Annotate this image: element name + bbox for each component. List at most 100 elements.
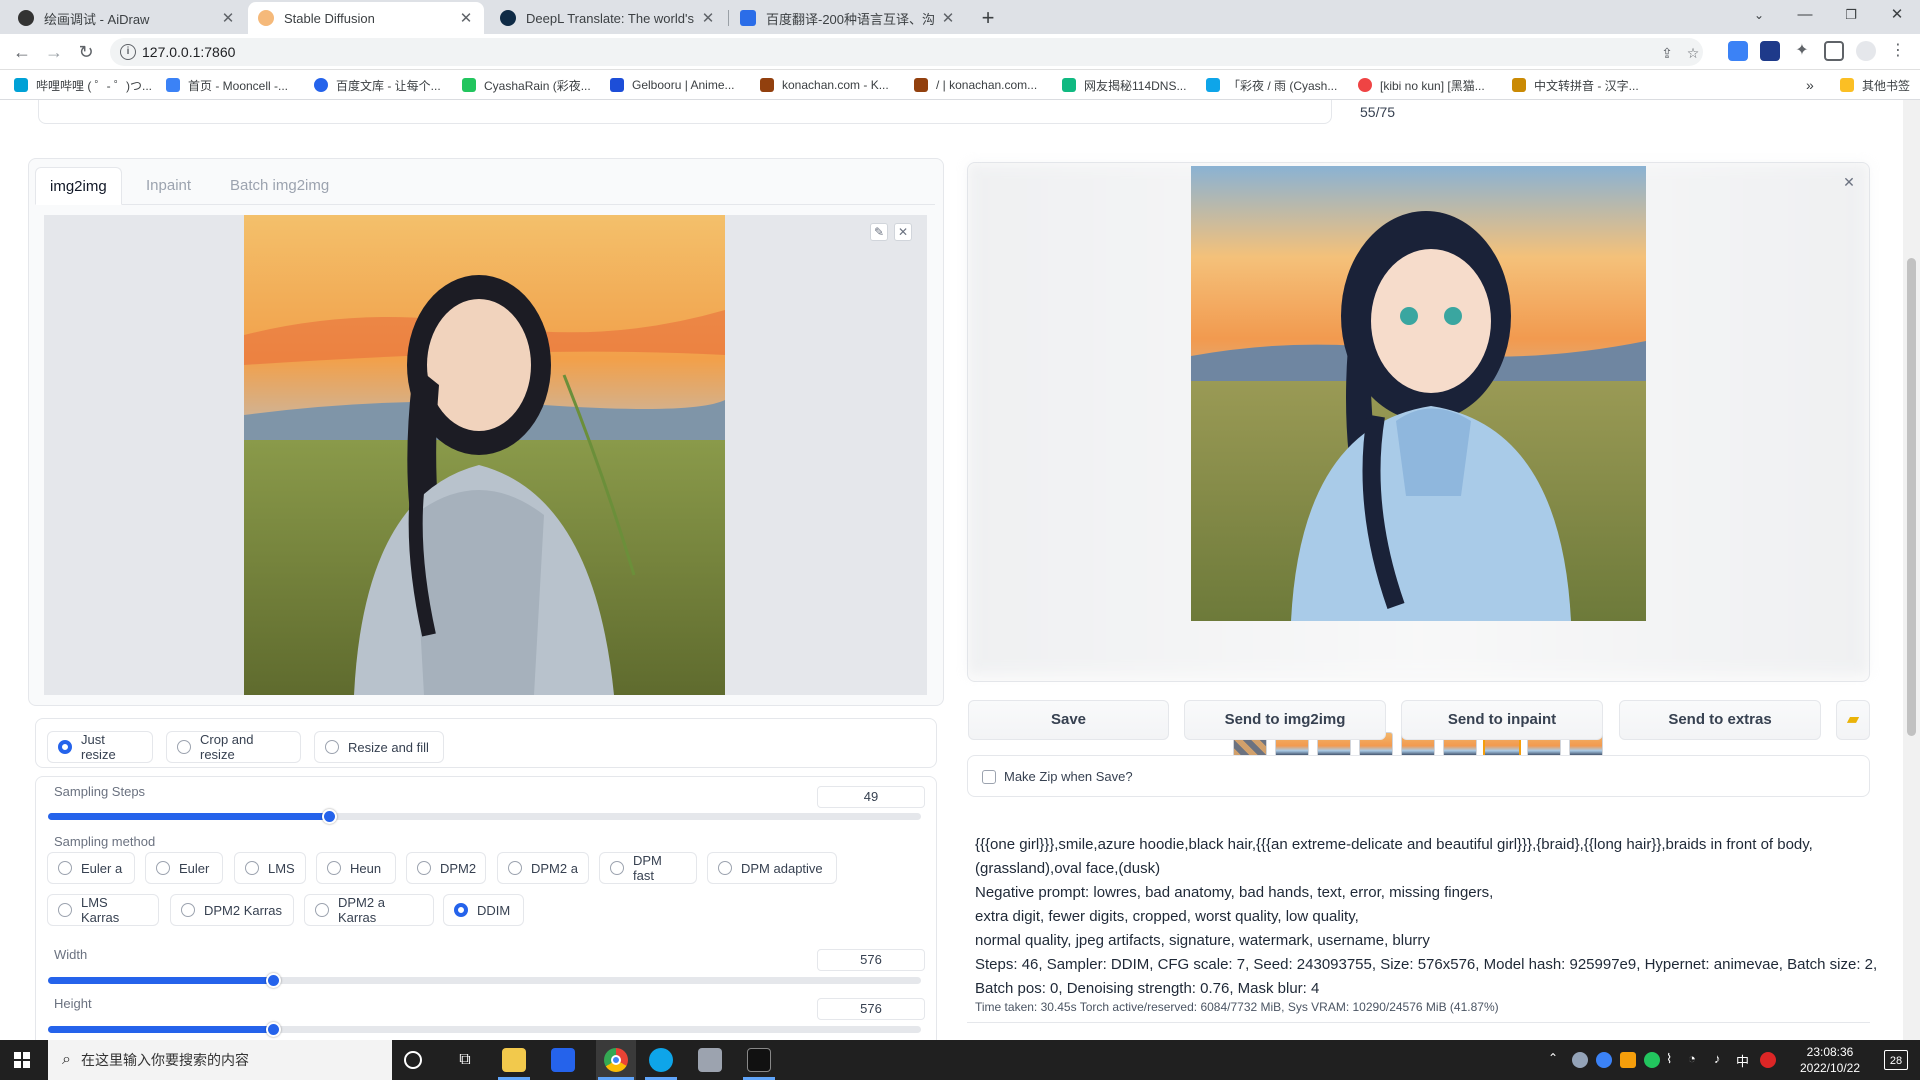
taskbar-clock[interactable]: 23:08:36 2022/10/22 — [1790, 1040, 1870, 1080]
task-view-icon[interactable]: ⧉ — [453, 1048, 477, 1072]
chrome-taskbar-active[interactable] — [596, 1040, 636, 1080]
tab-search-chevron-icon[interactable]: ⌄ — [1736, 0, 1782, 30]
bookmark-item[interactable]: konachan.com - K... — [760, 76, 889, 94]
edit-pencil-icon[interactable]: ✎ — [870, 223, 888, 241]
save-button[interactable]: Save — [968, 700, 1169, 740]
profile-avatar[interactable] — [1856, 41, 1876, 61]
browser-tab-deepl[interactable]: DeepL Translate: The world's m ✕ — [490, 2, 726, 34]
sampling-steps-slider[interactable] — [48, 809, 921, 824]
generated-anime-image[interactable] — [1191, 166, 1646, 621]
tray-cloud-icon[interactable] — [1572, 1052, 1588, 1068]
app-window-icon[interactable] — [698, 1048, 722, 1072]
sampler-euler-a[interactable]: Euler a — [47, 852, 135, 884]
site-info-icon[interactable]: i — [120, 44, 136, 60]
resize-mode-just-resize[interactable]: Just resize — [47, 731, 153, 763]
bookmark-item[interactable]: 网友揭秘114DNS... — [1062, 76, 1186, 94]
sampler-dpm-fast[interactable]: DPM fast — [599, 852, 697, 884]
restore-window-icon[interactable]: ❐ — [1828, 0, 1874, 30]
tray-check-icon[interactable] — [1644, 1052, 1660, 1068]
more-bookmarks-icon[interactable]: » — [1806, 76, 1814, 94]
source-image-dropzone[interactable]: ✎ ✕ — [44, 215, 927, 695]
height-input[interactable]: 576 — [817, 998, 925, 1020]
browser-tab-aidraw[interactable]: 绘画调试 - AiDraw ✕ — [8, 2, 246, 34]
close-preview-icon[interactable]: ✕ — [1840, 174, 1858, 192]
send-to-img2img-button[interactable]: Send to img2img — [1184, 700, 1386, 740]
bookmark-star-icon[interactable]: ☆ — [1684, 44, 1702, 62]
browser-tab-baidu-translate[interactable]: 百度翻译-200种语言互译、沟通 ✕ — [730, 2, 966, 34]
microsoft-store-icon[interactable] — [551, 1048, 575, 1072]
bookmark-item[interactable]: CyashaRain (彩夜... — [462, 76, 591, 94]
tab-batch-img2img[interactable]: Batch img2img — [216, 167, 343, 205]
extensions-puzzle-icon[interactable]: ✦ — [1792, 41, 1812, 61]
sogou-ime-icon[interactable] — [1760, 1052, 1776, 1068]
download-extension-icon[interactable] — [1760, 41, 1780, 61]
resize-mode-resize-and-fill[interactable]: Resize and fill — [314, 731, 444, 763]
sampling-steps-input[interactable]: 49 — [817, 786, 925, 808]
bookmark-item[interactable]: Gelbooru | Anime... — [610, 76, 735, 94]
forward-arrow-icon[interactable]: → — [42, 40, 66, 64]
width-slider[interactable] — [48, 973, 921, 988]
send-to-inpaint-button[interactable]: Send to inpaint — [1401, 700, 1603, 740]
sampler-dpm2-karras[interactable]: DPM2 Karras — [170, 894, 294, 926]
sampler-dpm2[interactable]: DPM2 — [406, 852, 486, 884]
sampler-ddim[interactable]: DDIM — [443, 894, 524, 926]
prompt-textbox[interactable] — [38, 100, 1332, 124]
bookmark-item[interactable]: 百度文库 - 让每个... — [314, 76, 441, 94]
volume-icon[interactable]: ♪ — [1714, 1051, 1721, 1069]
bookmark-item[interactable]: 哔哩哔哩 ( ゜- ゜)つ... — [14, 76, 152, 94]
ime-indicator[interactable]: 中 — [1736, 1051, 1749, 1069]
taskbar-search-box[interactable]: ⌕ 在这里输入你要搜索的内容 — [48, 1040, 392, 1080]
sampler-lms[interactable]: LMS — [234, 852, 306, 884]
tray-app-icon[interactable] — [1620, 1052, 1636, 1068]
bookmark-item[interactable]: [kibi no kun] [黑猫... — [1358, 76, 1485, 94]
share-icon[interactable]: ⇪ — [1658, 44, 1676, 62]
show-hidden-icons-chevron-icon[interactable]: ⌃ — [1548, 1051, 1558, 1069]
sampler-dpm2-a[interactable]: DPM2 a — [497, 852, 589, 884]
clear-image-icon[interactable]: ✕ — [894, 223, 912, 241]
sampler-euler[interactable]: Euler — [145, 852, 223, 884]
scrollbar-thumb[interactable] — [1907, 258, 1916, 736]
sampler-dpm2-a-karras[interactable]: DPM2 a Karras — [304, 894, 434, 926]
close-tab-icon[interactable]: ✕ — [700, 9, 716, 27]
file-explorer-icon[interactable] — [502, 1048, 526, 1072]
windows-start-icon[interactable] — [14, 1052, 30, 1068]
browser-tab-stable-diffusion[interactable]: Stable Diffusion ✕ — [248, 2, 484, 34]
width-input[interactable]: 576 — [817, 949, 925, 971]
make-zip-checkbox[interactable] — [982, 770, 996, 784]
tab-img2img[interactable]: img2img — [35, 167, 122, 205]
page-scrollbar[interactable] — [1903, 100, 1920, 1040]
other-bookmarks-folder[interactable]: 其他书签 — [1840, 76, 1910, 94]
sampler-heun[interactable]: Heun — [316, 852, 396, 884]
bookmark-item[interactable]: 首页 - Mooncell -... — [166, 76, 288, 94]
terminal-icon[interactable] — [747, 1048, 771, 1072]
bookmark-item[interactable]: 中文转拼音 - 汉字... — [1512, 76, 1639, 94]
minimize-window-icon[interactable]: — — [1782, 0, 1828, 30]
new-tab-button[interactable]: + — [975, 5, 1001, 31]
tray-app-icon[interactable] — [1596, 1052, 1612, 1068]
open-folder-button[interactable]: ▰ — [1836, 700, 1870, 740]
side-panel-icon[interactable] — [1824, 41, 1844, 61]
bookmark-item[interactable]: 「彩夜 / 雨 (Cyash... — [1206, 76, 1337, 94]
resize-mode-crop-and-resize[interactable]: Crop and resize — [166, 731, 301, 763]
close-tab-icon[interactable]: ✕ — [940, 9, 956, 27]
wifi-icon[interactable]: ◔ — [1688, 1051, 1696, 1069]
send-to-extras-button[interactable]: Send to extras — [1619, 700, 1821, 740]
bookmark-item[interactable]: / | konachan.com... — [914, 76, 1037, 94]
close-tab-icon[interactable]: ✕ — [220, 9, 236, 27]
sampler-lms-karras[interactable]: LMS Karras — [47, 894, 159, 926]
omnibox[interactable]: i 127.0.0.1:7860 ⇪ ☆ — [110, 38, 1703, 66]
browser-menu-icon[interactable]: ⋮ — [1888, 41, 1908, 61]
notification-center-icon[interactable]: 28 — [1884, 1050, 1908, 1070]
translate-extension-icon[interactable] — [1728, 41, 1748, 61]
tab-inpaint[interactable]: Inpaint — [132, 167, 205, 205]
edge-icon[interactable] — [649, 1048, 673, 1072]
reload-icon[interactable]: ↻ — [74, 40, 98, 64]
close-tab-icon[interactable]: ✕ — [458, 9, 474, 27]
close-window-icon[interactable]: ✕ — [1874, 0, 1920, 30]
height-slider[interactable] — [48, 1022, 921, 1037]
cortana-icon[interactable] — [404, 1051, 422, 1069]
url-text[interactable]: 127.0.0.1:7860 — [142, 44, 235, 60]
back-arrow-icon[interactable]: ← — [10, 40, 34, 64]
sampler-dpm-adaptive[interactable]: DPM adaptive — [707, 852, 837, 884]
network-icon[interactable]: ⌇ — [1666, 1051, 1672, 1069]
